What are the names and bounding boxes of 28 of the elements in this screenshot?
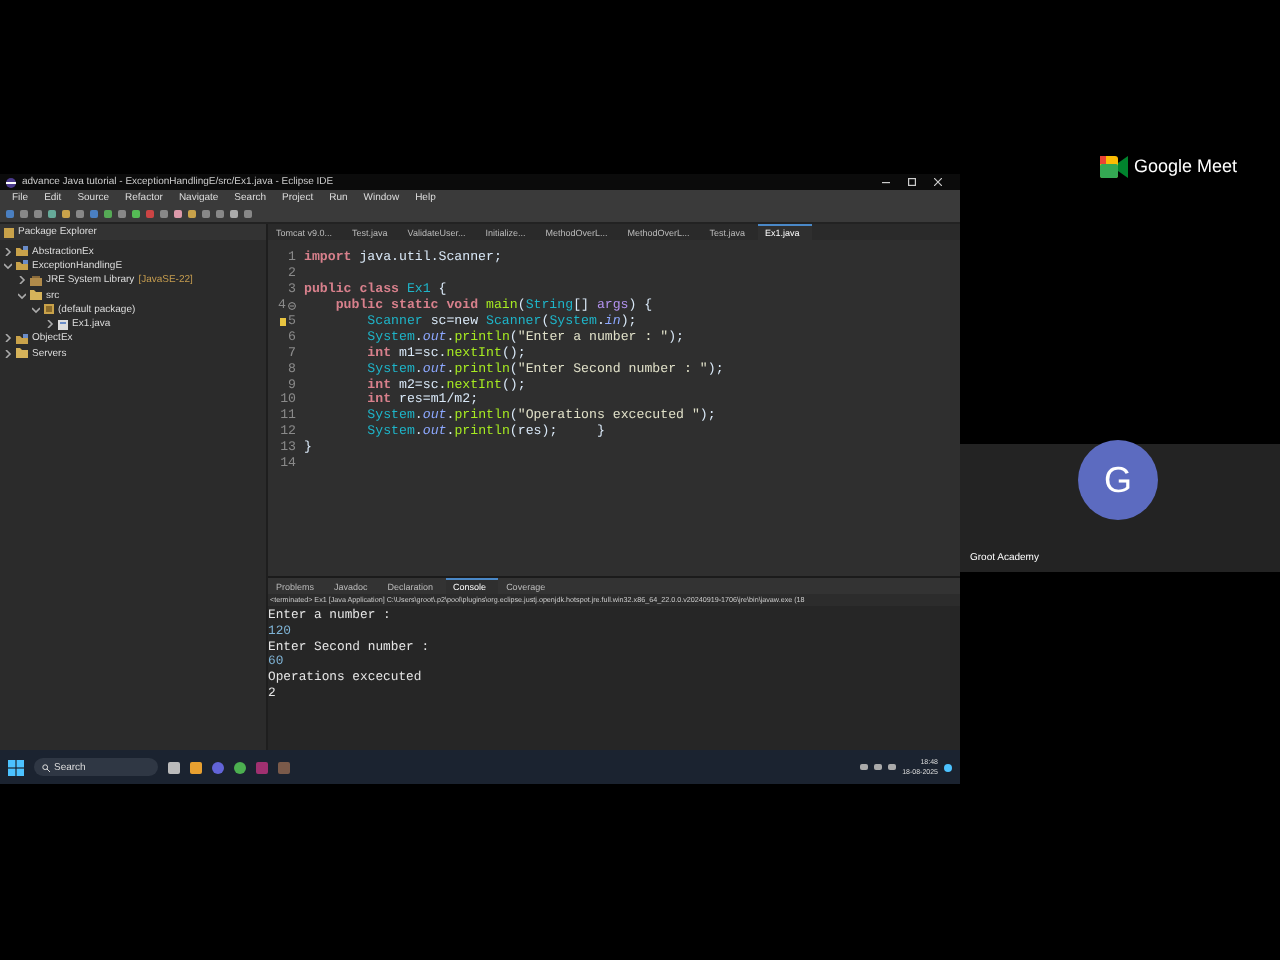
folder-icon <box>30 290 42 301</box>
project-folder-icon <box>16 260 28 271</box>
chevron-down-icon[interactable] <box>32 305 40 314</box>
notification-icon[interactable] <box>944 763 952 771</box>
folder-icon <box>16 348 28 359</box>
video-camera-logo-icon <box>1100 155 1128 177</box>
java-file-icon <box>58 319 68 330</box>
eclipse-logo-icon <box>6 177 16 187</box>
chevron-right-icon[interactable] <box>46 320 54 329</box>
search-icon <box>42 763 50 771</box>
avatar-initial: G <box>1078 440 1158 520</box>
chevron-right-icon[interactable] <box>4 247 12 256</box>
fold-icon[interactable] <box>288 301 296 310</box>
project-folder-icon <box>16 333 28 344</box>
chevron-right-icon[interactable] <box>4 334 12 343</box>
project-folder-icon <box>16 246 28 257</box>
package-icon <box>4 227 14 237</box>
minimize-icon[interactable] <box>882 178 890 186</box>
chevron-down-icon[interactable] <box>18 291 26 300</box>
jar-icon <box>30 275 42 286</box>
chevron-right-icon[interactable] <box>18 276 26 285</box>
maximize-icon[interactable] <box>908 178 916 186</box>
chevron-down-icon[interactable] <box>4 261 12 270</box>
brand-name: Google Meet <box>1134 156 1238 176</box>
package-icon <box>44 304 54 315</box>
close-icon[interactable] <box>934 178 942 186</box>
windows-start-icon[interactable] <box>8 759 24 775</box>
chevron-right-icon[interactable] <box>4 349 12 358</box>
